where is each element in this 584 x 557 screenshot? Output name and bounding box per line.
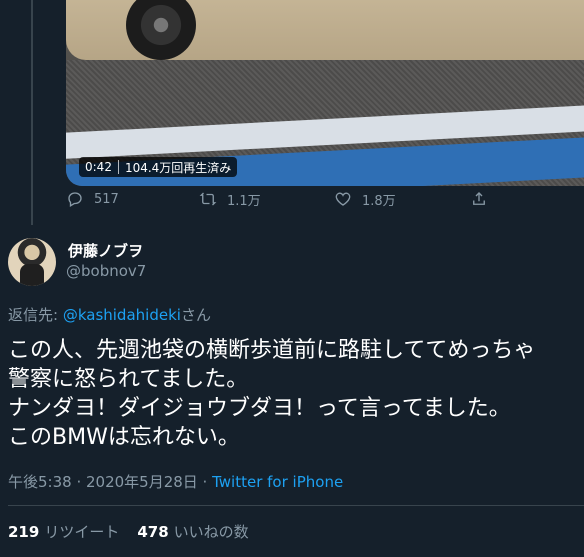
like-count: 1.8万 — [362, 193, 396, 209]
reply-to-prefix: 返信先: — [8, 306, 63, 324]
tweet-meta: 午後5:38 · 2020年5月28日 · Twitter for iPhone — [8, 471, 343, 492]
likes-stat[interactable]: 478 いいねの数 — [137, 521, 248, 542]
tweet-text: この人、先週池袋の横断歩道前に路駐しててめっちゃ 警察に怒られてました。 ナンダ… — [8, 336, 578, 452]
video-info-badge: 0:42 104.4万回再生済み — [79, 157, 238, 177]
avatar[interactable] — [8, 238, 56, 286]
tweet-source-link[interactable]: Twitter for iPhone — [212, 473, 343, 491]
divider — [8, 505, 584, 506]
tweet-text-line: 警察に怒られてました。 — [8, 367, 249, 392]
badge-separator — [117, 160, 119, 174]
reply-icon — [68, 192, 82, 207]
retweets-stat-count: 219 — [8, 523, 40, 541]
retweets-stat[interactable]: 219 リツイート — [8, 521, 119, 542]
retweets-stat-label: リツイート — [44, 523, 120, 541]
tweet-text-line: このBMWは忘れない。 — [8, 425, 240, 450]
likes-stat-count: 478 — [137, 523, 169, 541]
reply-to-mention-link[interactable]: @kashidahideki — [63, 306, 181, 324]
reply-to-suffix: さん — [180, 306, 211, 324]
author-display-name[interactable]: 伊藤ノブヲ — [68, 240, 143, 261]
likes-stat-label: いいねの数 — [173, 523, 249, 541]
reply-count: 517 — [94, 191, 119, 207]
tweet-text-line: ナンダヨ！ダイジョウブダヨ！って言ってました。 — [8, 396, 511, 421]
reply-to-line: 返信先: @kashidahidekiさん — [8, 304, 211, 325]
retweet-button[interactable]: 1.1万 — [199, 190, 261, 209]
retweet-count: 1.1万 — [227, 193, 261, 209]
video-duration: 0:42 — [85, 160, 112, 174]
tweet-timestamp[interactable]: 午後5:38 · 2020年5月28日 · — [8, 473, 212, 491]
retweet-icon — [199, 192, 217, 206]
thread-line — [31, 0, 33, 225]
reply-button[interactable]: 517 — [66, 190, 119, 208]
avatar-figure — [20, 264, 44, 286]
video-view-count: 104.4万回再生済み — [124, 160, 232, 175]
author-handle[interactable]: @bobnov7 — [66, 262, 146, 280]
like-icon — [335, 192, 351, 206]
tweet-text-line: この人、先週池袋の横断歩道前に路駐しててめっちゃ — [8, 338, 536, 363]
tweet-stats: 219 リツイート 478 いいねの数 — [8, 521, 249, 542]
share-button[interactable] — [470, 190, 488, 208]
share-icon — [473, 192, 485, 205]
like-button[interactable]: 1.8万 — [334, 190, 396, 209]
